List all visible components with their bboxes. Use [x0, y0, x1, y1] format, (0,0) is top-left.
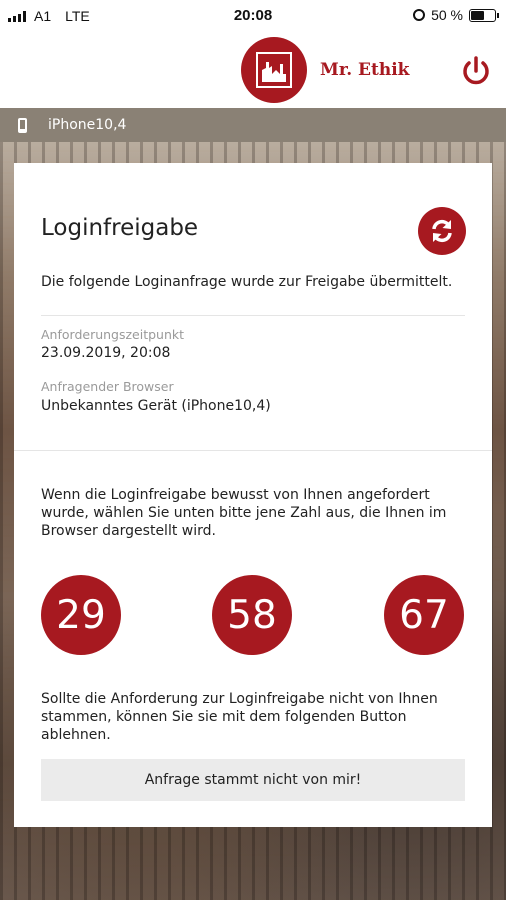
number-choice-button[interactable]: 29 — [41, 575, 121, 655]
device-bar: iPhone10,4 — [0, 108, 506, 142]
brand-name: Mr. Ethik — [320, 60, 410, 80]
phone-icon — [18, 117, 27, 133]
request-time-value: 23.09.2019, 20:08 — [41, 345, 171, 361]
divider — [41, 315, 465, 316]
battery-percent: 50 % — [431, 7, 463, 23]
power-icon[interactable] — [459, 54, 493, 88]
app-header: Mr. Ethik — [0, 32, 506, 108]
request-time-label: Anforderungszeitpunkt — [41, 327, 185, 342]
browser-value: Unbekanntes Gerät (iPhone10,4) — [41, 398, 271, 414]
reject-request-button[interactable]: Anfrage stammt nicht von mir! — [41, 759, 465, 801]
reject-info-text: Sollte die Anforderung zur Loginfreigabe… — [41, 691, 438, 743]
refresh-button[interactable] — [418, 207, 466, 255]
alarm-icon — [413, 9, 426, 21]
page-title: Loginfreigabe — [41, 215, 199, 241]
number-choice-button[interactable]: 58 — [212, 575, 292, 655]
building-logo-icon — [241, 37, 307, 103]
status-bar: A1 LTE 20:08 50 % — [0, 0, 506, 32]
intro-text: Die folgende Loginanfrage wurde zur Frei… — [41, 274, 453, 290]
number-choice-button[interactable]: 67 — [384, 575, 464, 655]
refresh-icon — [432, 219, 452, 243]
login-approval-card: Loginfreigabe Die folgende Loginanfrage … — [14, 163, 492, 827]
device-label: iPhone10,4 — [48, 117, 127, 133]
divider — [14, 450, 492, 451]
instruction-text: Wenn die Loginfreigabe bewusst von Ihnen… — [41, 487, 447, 539]
battery-icon — [469, 8, 499, 22]
browser-label: Anfragender Browser — [41, 379, 174, 394]
